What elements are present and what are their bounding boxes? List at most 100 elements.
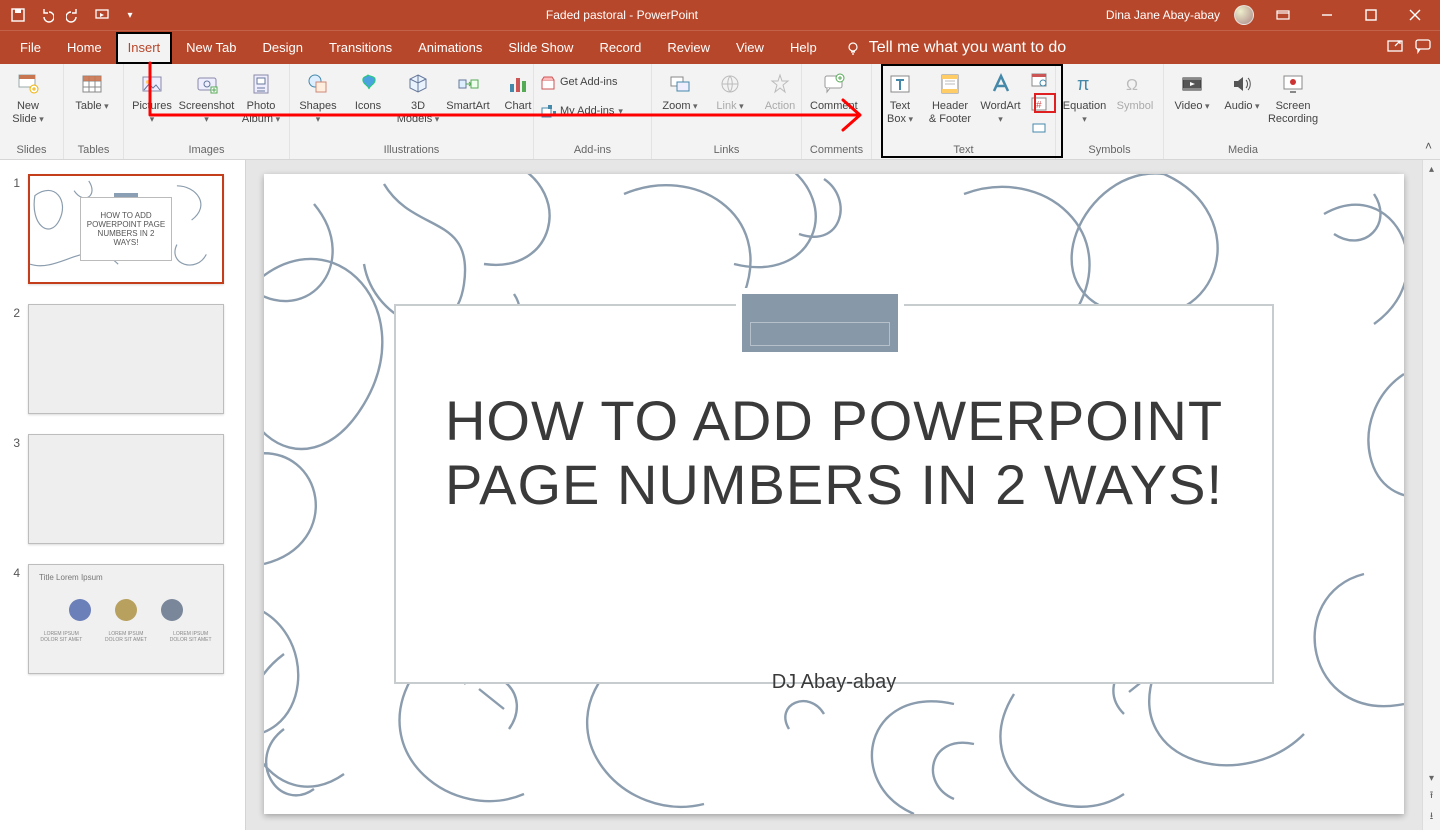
screenshot-button[interactable]: Screenshot	[180, 68, 233, 126]
textbox-icon	[886, 70, 914, 98]
svg-text:π: π	[1077, 74, 1089, 94]
ribbon-tabs: File Home Insert New Tab Design Transiti…	[0, 30, 1440, 64]
3d-models-button[interactable]: 3D Models	[396, 68, 440, 126]
header-footer-button[interactable]: Header & Footer	[928, 68, 972, 126]
group-comments-label: Comments	[802, 141, 871, 159]
share-icon[interactable]	[1386, 37, 1404, 60]
tab-help[interactable]: Help	[778, 31, 829, 65]
svg-text:Ω: Ω	[1126, 77, 1138, 94]
slide-subtitle[interactable]: DJ Abay-abay	[264, 671, 1404, 694]
link-icon	[716, 70, 744, 98]
tab-design[interactable]: Design	[251, 31, 315, 65]
prev-slide-icon[interactable]: ⭱	[1430, 788, 1434, 805]
textbox-button[interactable]: Text Box	[878, 68, 922, 126]
save-icon[interactable]	[10, 7, 26, 23]
comment-icon	[820, 70, 848, 98]
maximize-icon[interactable]	[1356, 0, 1386, 30]
scroll-down-icon[interactable]: ▾	[1429, 773, 1434, 784]
table-button[interactable]: Table	[70, 68, 114, 113]
slide-canvas[interactable]: HOW TO ADD POWERPOINT PAGE NUMBERS IN 2 …	[246, 160, 1422, 830]
svg-text:#: #	[1036, 100, 1042, 111]
tab-insert[interactable]: Insert	[116, 32, 173, 64]
tab-view[interactable]: View	[724, 31, 776, 65]
tab-record[interactable]: Record	[587, 31, 653, 65]
chart-icon	[504, 70, 532, 98]
date-time-button[interactable]	[1029, 70, 1049, 90]
tab-slideshow[interactable]: Slide Show	[496, 31, 585, 65]
tab-transitions[interactable]: Transitions	[317, 31, 404, 65]
group-illustrations-label: Illustrations	[290, 141, 533, 159]
title-bar: ▾ Faded pastoral - PowerPoint Dina Jane …	[0, 0, 1440, 30]
slide[interactable]: HOW TO ADD POWERPOINT PAGE NUMBERS IN 2 …	[264, 174, 1404, 814]
table-icon	[78, 70, 106, 98]
tab-review[interactable]: Review	[655, 31, 722, 65]
zoom-icon	[666, 70, 694, 98]
from-beginning-icon[interactable]	[94, 7, 110, 23]
slide-number-button[interactable]: #	[1029, 94, 1049, 114]
app-name: PowerPoint	[637, 8, 698, 22]
bulb-icon	[845, 40, 861, 56]
thumbnail-1[interactable]: HOW TO ADD POWERPOINT PAGE NUMBERS IN 2 …	[28, 174, 224, 284]
group-symbols-label: Symbols	[1056, 141, 1163, 159]
equation-button[interactable]: π Equation	[1062, 68, 1107, 126]
thumbnail-2[interactable]	[28, 304, 224, 414]
shapes-icon	[304, 70, 332, 98]
photo-album-button[interactable]: Photo Album	[239, 68, 283, 126]
minimize-icon[interactable]	[1312, 0, 1342, 30]
equation-icon: π	[1071, 70, 1099, 98]
group-slides-label: Slides	[0, 141, 63, 159]
tab-animations[interactable]: Animations	[406, 31, 494, 65]
tell-me-search[interactable]: Tell me what you want to do	[845, 39, 1066, 57]
screen-recording-button[interactable]: Screen Recording	[1270, 68, 1316, 126]
pictures-button[interactable]: Pictures	[130, 68, 174, 126]
smartart-button[interactable]: SmartArt	[446, 68, 490, 113]
icons-icon	[354, 70, 382, 98]
smartart-icon	[454, 70, 482, 98]
thumbnail-3[interactable]	[28, 434, 224, 544]
user-name: Dina Jane Abay-abay	[1106, 8, 1220, 22]
my-addins-button[interactable]: My Add-ins ▾	[540, 103, 623, 120]
group-links-label: Links	[652, 141, 801, 159]
audio-icon	[1228, 70, 1256, 98]
close-icon[interactable]	[1400, 0, 1430, 30]
comments-pane-icon[interactable]	[1414, 37, 1432, 60]
qat-more-icon[interactable]: ▾	[122, 7, 138, 23]
scroll-up-icon[interactable]: ▴	[1429, 164, 1434, 175]
thumbnail-4[interactable]: Title Lorem Ipsum LOREM IPSUM DOLOR SIT …	[28, 564, 224, 674]
new-slide-button[interactable]: New Slide	[6, 68, 50, 126]
object-button[interactable]	[1029, 118, 1049, 138]
symbol-button: Ω Symbol	[1113, 68, 1157, 113]
zoom-button[interactable]: Zoom	[658, 68, 702, 113]
icons-button[interactable]: Icons	[346, 68, 390, 113]
video-icon	[1178, 70, 1206, 98]
action-icon	[766, 70, 794, 98]
store-icon	[540, 75, 556, 91]
get-addins-button[interactable]: Get Add-ins	[540, 74, 623, 91]
undo-icon[interactable]	[38, 7, 54, 23]
symbol-icon: Ω	[1121, 70, 1149, 98]
slide-tab-decoration	[736, 288, 904, 358]
group-addins-label: Add-ins	[534, 141, 651, 159]
ribbon: New Slide Slides Table Tables Pictures S…	[0, 64, 1440, 160]
slide-title[interactable]: HOW TO ADD POWERPOINT PAGE NUMBERS IN 2 …	[434, 389, 1234, 518]
comment-button[interactable]: Comment	[808, 68, 860, 113]
tab-home[interactable]: Home	[55, 31, 114, 65]
redo-icon[interactable]	[66, 7, 82, 23]
video-button[interactable]: Video	[1170, 68, 1214, 113]
avatar[interactable]	[1234, 5, 1254, 25]
vertical-scrollbar[interactable]: ▴ ▾ ⭱ ⭳	[1422, 160, 1440, 830]
ribbon-display-options-icon[interactable]	[1268, 0, 1298, 30]
wordart-button[interactable]: WordArt	[978, 68, 1023, 126]
slide-panel[interactable]: 1 HOW TO ADD POWERPOINT PAGE NUMBERS IN …	[0, 160, 246, 830]
audio-button[interactable]: Audio	[1220, 68, 1264, 113]
screen-recording-icon	[1279, 70, 1307, 98]
collapse-ribbon-icon[interactable]: ˄	[1425, 139, 1432, 153]
link-button: Link	[708, 68, 752, 113]
tab-newtab[interactable]: New Tab	[174, 31, 248, 65]
screenshot-icon	[193, 70, 221, 98]
shapes-button[interactable]: Shapes	[296, 68, 340, 126]
document-name: Faded pastoral	[546, 8, 626, 22]
next-slide-icon[interactable]: ⭳	[1430, 809, 1434, 826]
window-title: Faded pastoral - PowerPoint	[148, 8, 1096, 22]
tab-file[interactable]: File	[8, 31, 53, 65]
